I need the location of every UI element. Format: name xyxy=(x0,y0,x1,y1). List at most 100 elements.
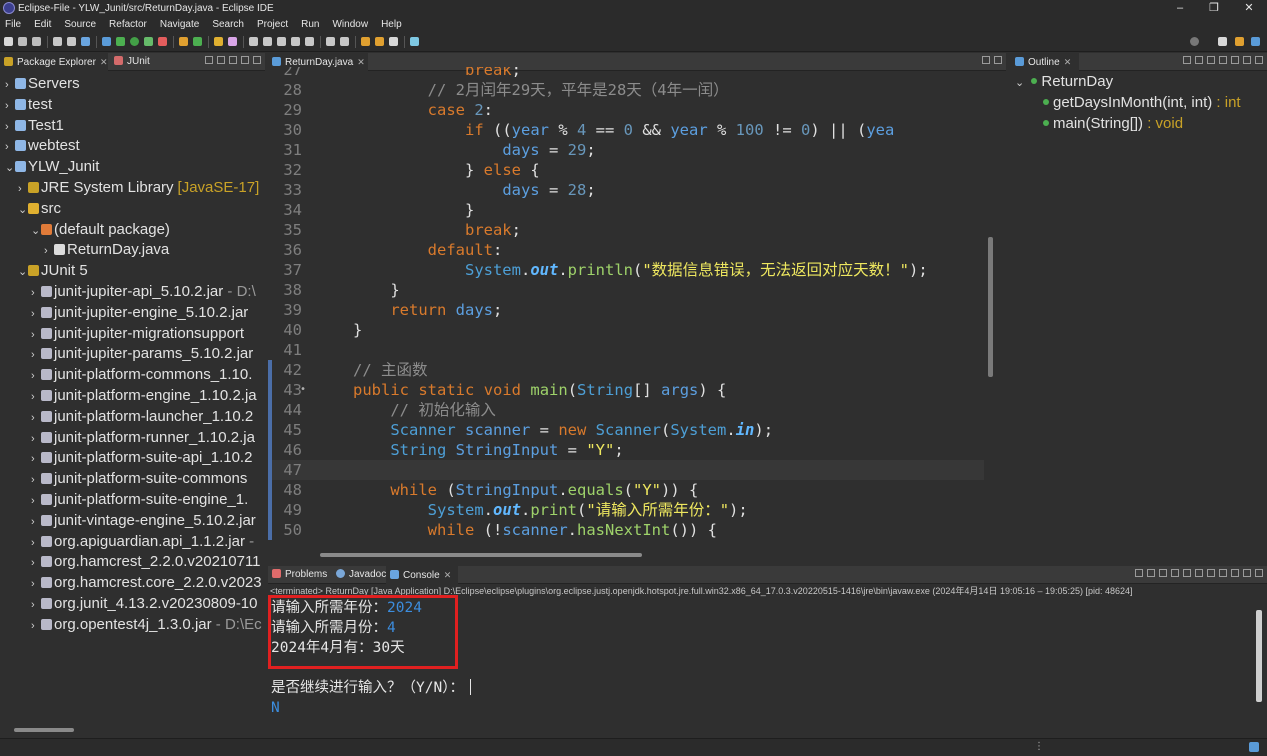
scroll-thumb[interactable] xyxy=(988,237,993,377)
sort-icon[interactable] xyxy=(1183,56,1191,64)
code-line[interactable]: 41 xyxy=(268,340,984,360)
fold-marker-icon[interactable]: • xyxy=(300,380,306,400)
maximize-button[interactable]: ❐ xyxy=(1199,0,1229,16)
chevron-down-icon[interactable]: ⌄ xyxy=(31,221,41,242)
code-line[interactable]: 28 // 2月闰年29天，平年是28天（4年一闰） xyxy=(268,80,984,100)
chevron-down-icon[interactable]: ⌄ xyxy=(18,200,28,221)
minimize-view-icon[interactable] xyxy=(982,56,990,64)
notification-icon[interactable] xyxy=(1249,742,1259,752)
chevron-down-icon[interactable]: ⌄ xyxy=(1015,77,1024,89)
new-icon[interactable] xyxy=(4,37,13,46)
outline-member-main[interactable]: main(String[]) : void xyxy=(1043,113,1183,134)
pin-editor-icon[interactable] xyxy=(410,37,419,46)
search-icon[interactable] xyxy=(228,37,237,46)
tree-node[interactable]: › junit-jupiter-api_5.10.2.jar - D:\ xyxy=(31,281,256,302)
debug-icon[interactable] xyxy=(116,37,125,46)
forward-icon[interactable] xyxy=(389,37,398,46)
menu-window[interactable]: Window xyxy=(332,19,368,30)
close-tab-icon[interactable]: ✕ xyxy=(357,57,365,67)
close-window-button[interactable]: ✕ xyxy=(1234,0,1264,16)
console-vscrollbar[interactable] xyxy=(1255,598,1263,726)
code-line[interactable]: 37 System.out.println("数据信息错误，无法返回对应天数！"… xyxy=(268,260,984,280)
close-tab-icon[interactable]: ✕ xyxy=(444,570,452,580)
code-line[interactable]: 42 // 主函数 xyxy=(268,360,984,380)
minimize-view-icon[interactable] xyxy=(1243,569,1251,577)
tree-node[interactable]: › webtest xyxy=(5,135,80,156)
code-line[interactable]: 49 System.out.print("请输入所需年份："); xyxy=(268,500,984,520)
remove-all-icon[interactable] xyxy=(1159,569,1167,577)
chevron-down-icon[interactable]: ⌄ xyxy=(18,262,28,283)
debug-perspective-icon[interactable] xyxy=(1251,37,1260,46)
view-menu-icon[interactable] xyxy=(229,56,237,64)
redo-icon[interactable] xyxy=(67,37,76,46)
run-icon[interactable] xyxy=(130,37,139,46)
code-line[interactable]: 32 } else { xyxy=(268,160,984,180)
undo-icon[interactable] xyxy=(53,37,62,46)
open-perspective-icon[interactable] xyxy=(1218,37,1227,46)
new-java-project-icon[interactable] xyxy=(179,37,188,46)
collapse-all-icon[interactable] xyxy=(205,56,213,64)
menu-navigate[interactable]: Navigate xyxy=(160,19,199,30)
tab-outline[interactable]: Outline ✕ xyxy=(1011,53,1079,71)
menu-refactor[interactable]: Refactor xyxy=(109,19,147,30)
close-tab-icon[interactable]: ✕ xyxy=(1064,57,1072,67)
remove-launch-icon[interactable] xyxy=(1147,569,1155,577)
editor-hscrollbar[interactable] xyxy=(308,551,984,559)
open-type-icon[interactable] xyxy=(214,37,223,46)
code-line[interactable]: 50 while (!scanner.hasNextInt()) { xyxy=(268,520,984,540)
tab-javadoc[interactable]: Javadoc xyxy=(332,566,386,584)
outline-member-getdaysinmonth[interactable]: getDaysInMonth(int, int) : int xyxy=(1043,92,1241,113)
tree-node[interactable]: › org.opentest4j_1.3.0.jar - D:\Ec xyxy=(31,614,262,635)
code-line[interactable]: 43 • public static void main(String[] args… xyxy=(268,380,984,400)
menu-project[interactable]: Project xyxy=(257,19,288,30)
skip-breakpoints-icon[interactable] xyxy=(102,37,111,46)
tab-package-explorer[interactable]: Package Explorer ✕ xyxy=(0,53,108,71)
tree-node[interactable]: › junit-platform-commons_1.10. xyxy=(31,364,252,385)
coverage-icon[interactable] xyxy=(144,37,153,46)
minimize-button[interactable]: – xyxy=(1165,0,1195,16)
maximize-view-icon[interactable] xyxy=(1255,56,1263,64)
code-line[interactable]: 45 Scanner scanner = new Scanner(System.… xyxy=(268,420,984,440)
next-annotation-icon[interactable] xyxy=(326,37,335,46)
code-line[interactable]: 35 break; xyxy=(268,220,984,240)
hide-static-icon[interactable] xyxy=(1207,56,1215,64)
code-area[interactable]: 27 break; 28 // 2月闰年29天，平年是28天（4年一闰） 29 ca… xyxy=(268,67,984,547)
annotation-icon[interactable] xyxy=(249,37,258,46)
edit-icon[interactable] xyxy=(263,37,272,46)
tree-node[interactable]: › org.apiguardian.api_1.1.2.jar - xyxy=(31,531,254,552)
editor-vscrollbar[interactable] xyxy=(986,67,994,547)
tab-problems[interactable]: Problems xyxy=(268,566,327,584)
code-line[interactable]: 38 } xyxy=(268,280,984,300)
view-menu-icon[interactable] xyxy=(1231,56,1239,64)
code-line[interactable]: 47 xyxy=(268,460,984,480)
tree-node[interactable]: › junit-vintage-engine_5.10.2.jar xyxy=(31,510,256,531)
outline-class-node[interactable]: ⌄ ReturnDay xyxy=(1015,71,1113,92)
code-line[interactable]: 31 days = 29; xyxy=(268,140,984,160)
code-line[interactable]: 44 // 初始化输入 xyxy=(268,400,984,420)
code-line[interactable]: 48 while (StringInput.equals("Y")) { xyxy=(268,480,984,500)
scroll-thumb[interactable] xyxy=(320,553,642,557)
tree-node[interactable]: › junit-platform-launcher_1.10.2 xyxy=(31,406,253,427)
maximize-view-icon[interactable] xyxy=(253,56,261,64)
scroll-thumb[interactable] xyxy=(1256,610,1262,702)
code-line[interactable]: 29 case 2: xyxy=(268,100,984,120)
display-console-icon[interactable] xyxy=(1219,569,1227,577)
code-line[interactable]: 33 days = 28; xyxy=(268,180,984,200)
tree-node[interactable]: › org.hamcrest_2.2.0.v20210711 xyxy=(31,551,261,572)
minimize-view-icon[interactable] xyxy=(241,56,249,64)
code-line[interactable]: 36 default: xyxy=(268,240,984,260)
code-line[interactable]: 34 } xyxy=(268,200,984,220)
minimize-view-icon[interactable] xyxy=(1243,56,1251,64)
code-line[interactable]: 40} xyxy=(268,320,984,340)
scroll-thumb[interactable] xyxy=(14,728,74,732)
clear-console-icon[interactable] xyxy=(1171,569,1179,577)
back-icon[interactable] xyxy=(375,37,384,46)
terminate-icon[interactable] xyxy=(1135,569,1143,577)
menu-source[interactable]: Source xyxy=(64,19,96,30)
menu-search[interactable]: Search xyxy=(212,19,244,30)
tree-node[interactable]: ⌄ (default package) xyxy=(31,219,170,240)
code-line[interactable]: 30 if ((year % 4 == 0 && year % 100 != 0… xyxy=(268,120,984,140)
code-line[interactable]: 27 break; xyxy=(268,67,984,80)
tree-node[interactable]: › org.junit_4.13.2.v20230809-10 xyxy=(31,593,258,614)
tree-node[interactable]: › Test1 xyxy=(5,115,64,136)
